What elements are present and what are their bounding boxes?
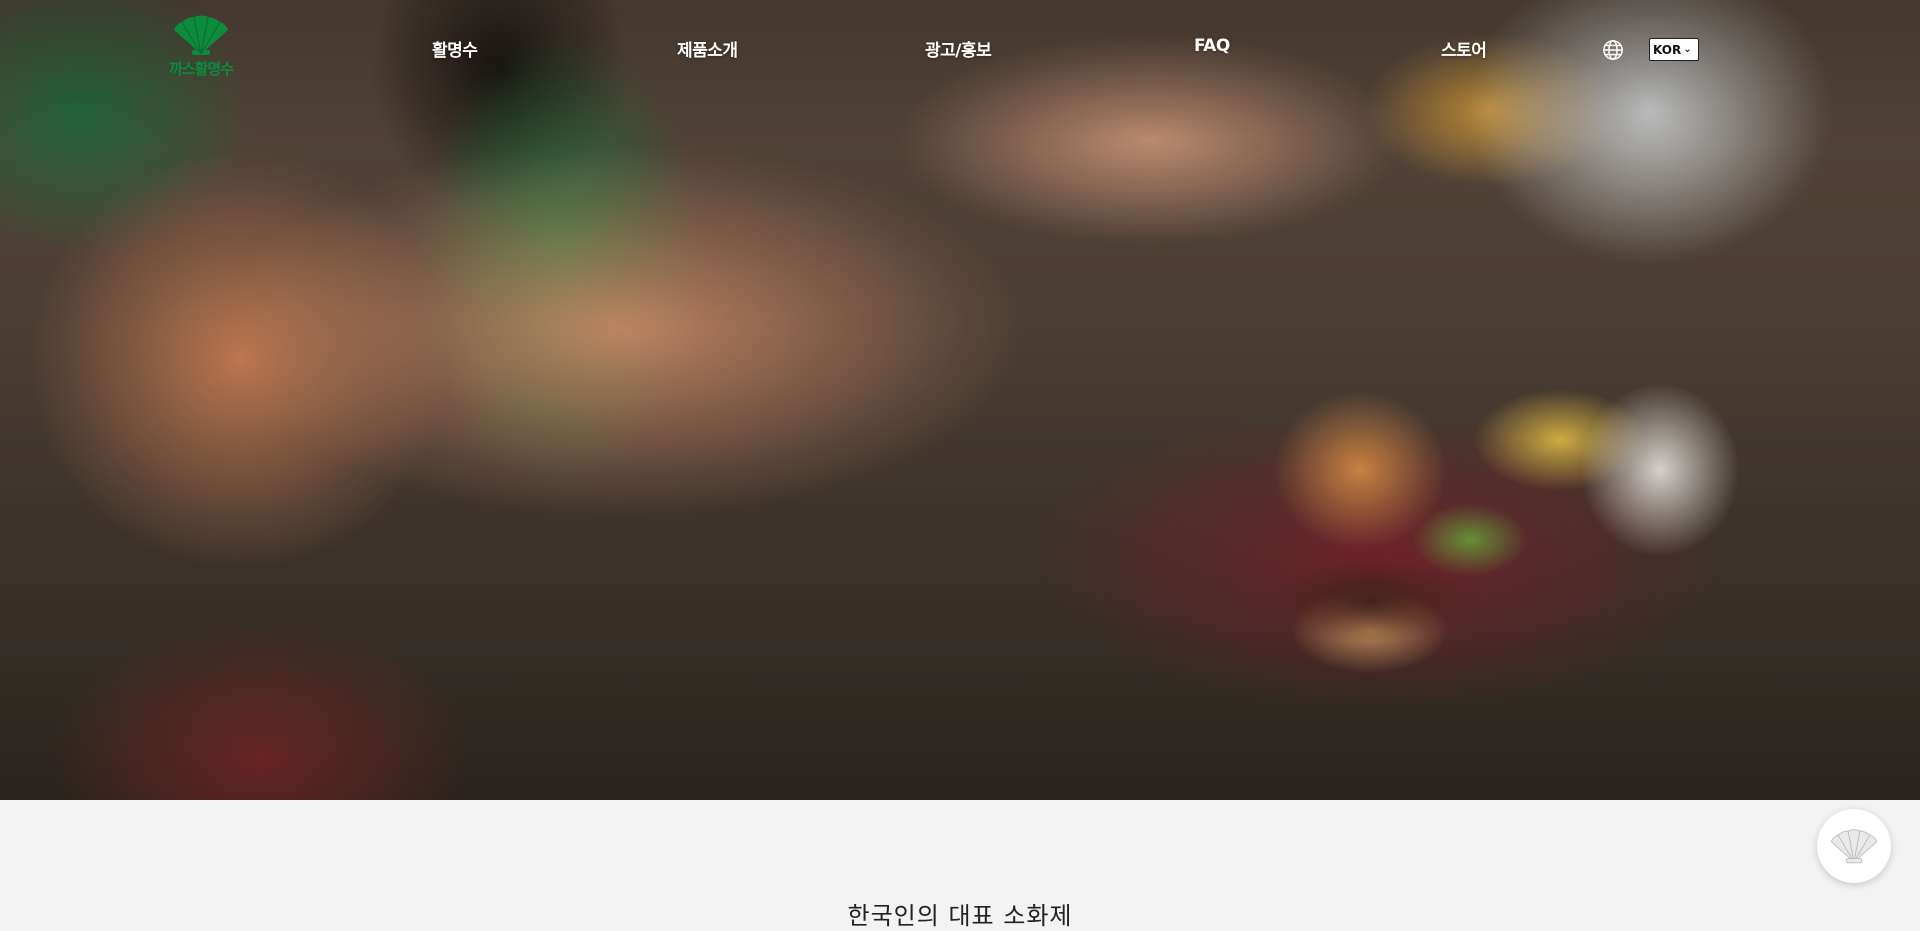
nav-item-products[interactable]: 제품소개 <box>677 36 738 61</box>
nav-item-advertising[interactable]: 광고/홍보 <box>925 36 992 61</box>
hero-video <box>0 0 1920 800</box>
language-select[interactable]: KOR ⌄ <box>1649 38 1699 61</box>
chevron-down-icon: ⌄ <box>1683 44 1692 55</box>
nav-item-store[interactable]: 스토어 <box>1441 36 1487 61</box>
floating-logo-button[interactable] <box>1817 809 1891 883</box>
brand-logo[interactable]: 까스활명수 <box>158 14 244 84</box>
fan-shell-logo-icon <box>174 15 228 55</box>
nav-item-hwalmyeongsu[interactable]: 활명수 <box>432 36 478 61</box>
hero-overlay <box>0 0 1920 800</box>
fan-shell-logo-icon <box>1830 829 1878 864</box>
brand-logo-text: 까스활명수 <box>168 60 234 78</box>
intro-section: 한국인의 대표 소화제 <box>0 800 1920 930</box>
section-tagline: 한국인의 대표 소화제 <box>847 902 1073 930</box>
nav-item-faq[interactable]: FAQ <box>1194 36 1230 56</box>
language-select-value: KOR <box>1653 42 1682 57</box>
site-header: 까스활명수 활명수 제품소개 광고/홍보 FAQ 스토어 KOR ⌄ <box>0 0 1920 100</box>
globe-icon[interactable] <box>1602 39 1624 61</box>
